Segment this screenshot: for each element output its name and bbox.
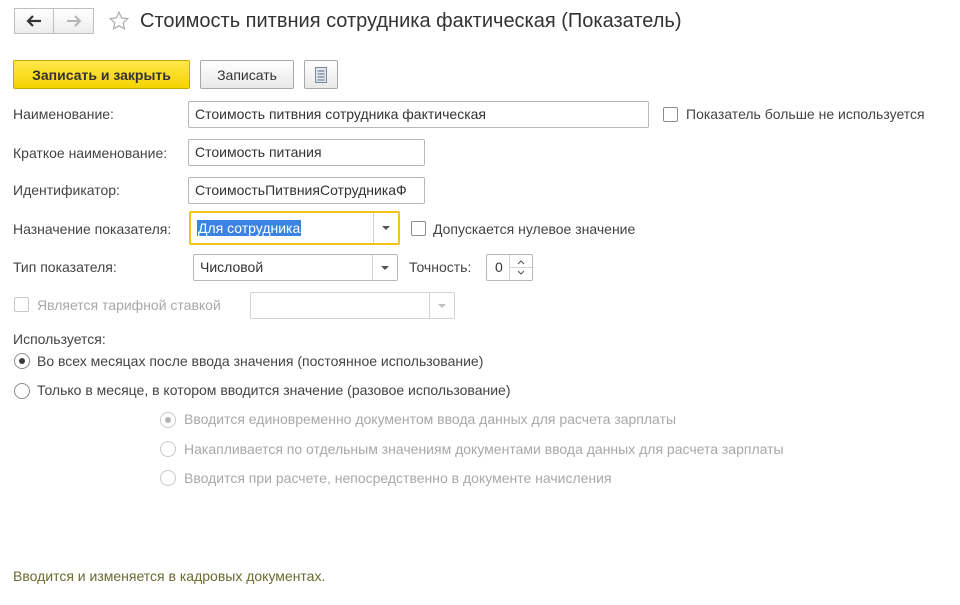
sub-option-single-radio[interactable] [160,412,176,428]
star-icon [108,10,130,31]
back-button[interactable] [14,8,54,34]
not-used-label: Показатель больше не используется [686,106,925,122]
purpose-select[interactable]: Для сотрудника [189,211,400,245]
document-icon [315,66,327,83]
page-title: Стоимость питвния сотрудника фактическая… [140,10,682,32]
type-value: Числовой [200,259,264,275]
sub-option-single-label: Вводится единовременно документом ввода … [184,411,677,427]
purpose-label: Назначение показателя: [13,221,172,237]
identifier-field[interactable]: СтоимостьПитвнияСотрудникаФ [188,177,425,204]
short-name-label: Краткое наименование: [13,145,168,161]
precision-stepper[interactable] [509,255,532,280]
precision-input[interactable]: 0 [486,254,533,281]
chevron-down-icon[interactable] [373,213,398,243]
sub-option-accumulate-label: Накапливается по отдельным значениям док… [184,441,784,457]
zero-allowed-label: Допускается нулевое значение [433,221,636,237]
more-button[interactable] [304,60,338,89]
precision-value: 0 [495,259,503,275]
precision-label: Точность: [409,259,472,275]
chevron-down-icon[interactable] [429,293,454,318]
identifier-label: Идентификатор: [13,182,120,198]
zero-allowed-checkbox[interactable] [411,221,426,236]
sub-option-calc-radio[interactable] [160,470,176,486]
arrow-right-icon [66,15,81,27]
purpose-value: Для сотрудника [197,220,302,236]
usage-permanent-label: Во всех месяцах после ввода значения (по… [37,353,484,369]
save-and-close-button[interactable]: Записать и закрыть [13,60,190,89]
usage-permanent-radio[interactable] [14,353,30,369]
chevron-down-icon[interactable] [372,255,397,280]
arrow-left-icon [26,15,41,27]
name-field[interactable]: Стоимость питвния сотрудника фактическая [188,101,649,128]
usage-once-radio[interactable] [14,383,30,399]
tariff-label: Является тарифной ставкой [37,297,221,313]
short-name-field[interactable]: Стоимость питания [188,139,425,166]
tariff-select[interactable] [250,292,455,319]
sub-option-accumulate-radio[interactable] [160,441,176,457]
footer-note: Вводится и изменяется в кадровых докумен… [13,568,326,584]
not-used-checkbox[interactable] [663,107,678,122]
forward-button[interactable] [54,8,94,34]
usage-once-label: Только в месяце, в котором вводится знач… [37,382,511,398]
stepper-arrows-icon [510,260,532,275]
usage-heading: Используется: [13,331,106,347]
tariff-checkbox[interactable] [14,297,29,312]
save-button[interactable]: Записать [200,60,294,89]
type-select[interactable]: Числовой [193,254,398,281]
type-label: Тип показателя: [13,259,117,275]
favorite-button[interactable] [108,10,130,35]
sub-option-calc-label: Вводится при расчете, непосредственно в … [184,470,612,486]
name-label: Наименование: [13,106,114,122]
